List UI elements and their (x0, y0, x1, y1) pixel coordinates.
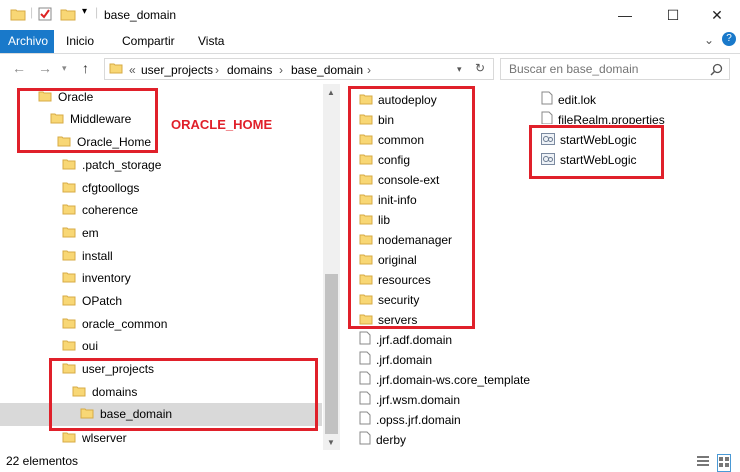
maximize-button[interactable]: ☐ (650, 0, 696, 30)
breadcrumb-separator: › (215, 63, 219, 77)
status-bar: 22 elementos (0, 450, 740, 472)
folder-icon (62, 336, 76, 358)
window-title: base_domain (104, 8, 177, 22)
file-jrf-domain-ws-core-template[interactable]: .jrf.domain-ws.core_template (359, 370, 530, 390)
separator: | (30, 5, 34, 19)
back-arrow-icon[interactable]: ← (12, 60, 26, 76)
recent-locations-icon[interactable]: ▾ (62, 63, 67, 74)
up-arrow-icon[interactable]: ↑ (82, 60, 89, 76)
highlight-box-oracle-middleware (17, 88, 158, 153)
details-view-icon[interactable] (697, 455, 709, 470)
highlight-box-user-projects (49, 358, 318, 431)
breadcrumb-domains[interactable]: domains (227, 63, 272, 77)
scrollbar-thumb[interactable] (325, 274, 338, 434)
highlight-box-domain-folders (348, 86, 475, 329)
tree-item-em[interactable]: em (62, 222, 99, 244)
breadcrumb-user-projects[interactable]: user_projects (141, 63, 213, 77)
folder-icon (62, 291, 76, 313)
customize-quick-access-icon[interactable]: ▾ (82, 6, 87, 17)
folder-icon[interactable] (10, 7, 26, 24)
file-icon (541, 111, 553, 124)
properties-icon[interactable] (38, 7, 52, 24)
folder-icon (62, 314, 76, 336)
folder-icon (62, 178, 76, 200)
folder-icon (62, 428, 76, 450)
file-icon (359, 431, 371, 451)
ribbon-tabs: Archivo Inicio Compartir Vista ⌄ ? (0, 30, 740, 54)
scroll-up-icon[interactable]: ▲ (327, 88, 335, 97)
file-edit-lok[interactable]: edit.lok (541, 90, 596, 110)
tree-item-cfgtoollogs[interactable]: cfgtoollogs (62, 177, 139, 199)
expand-ribbon-icon[interactable]: ⌄ (704, 33, 714, 47)
folder-icon (62, 200, 76, 222)
large-icons-view-icon[interactable] (717, 454, 731, 472)
folder-icon (62, 246, 76, 268)
search-input[interactable] (509, 62, 699, 76)
tab-vista[interactable]: Vista (190, 30, 232, 53)
tree-item-oracle-common[interactable]: oracle_common (62, 313, 167, 335)
tree-item-coherence[interactable]: coherence (62, 199, 138, 221)
tree-item-inventory[interactable]: inventory (62, 267, 131, 289)
tab-compartir[interactable]: Compartir (114, 30, 183, 53)
file-icon (359, 331, 371, 351)
oracle-home-annotation: ORACLE_HOME (171, 117, 273, 132)
address-row: ← → ▾ ↑ « user_projects › domains › base… (0, 54, 740, 84)
file-icon (359, 351, 371, 371)
folder-icon (62, 268, 76, 290)
tab-inicio[interactable]: Inicio (58, 30, 102, 53)
folder-icon (62, 223, 76, 245)
breadcrumb-separator: › (367, 63, 371, 77)
scroll-down-icon[interactable]: ▼ (327, 438, 335, 447)
new-folder-icon[interactable] (60, 7, 76, 24)
file-icon (359, 391, 371, 411)
tree-item-oui[interactable]: oui (62, 335, 98, 357)
file-jrf-wsm-domain[interactable]: .jrf.wsm.domain (359, 390, 460, 410)
search-icon[interactable] (710, 63, 723, 79)
tree-item-install[interactable]: install (62, 245, 113, 267)
item-count: 22 elementos (6, 454, 79, 468)
file-icon (359, 411, 371, 431)
forward-arrow-icon[interactable]: → (38, 60, 52, 76)
folder-icon (109, 62, 123, 77)
title-bar: | ▾ | base_domain — ☐ ✕ (0, 0, 740, 30)
folder-icon (62, 155, 76, 177)
file-opss-jrf-domain[interactable]: .opss.jrf.domain (359, 410, 461, 430)
file-filerealm-properties[interactable]: fileRealm.properties (541, 110, 665, 124)
tab-archivo[interactable]: Archivo (0, 30, 54, 53)
minimize-button[interactable]: — (602, 0, 648, 30)
highlight-box-startweblogic (529, 125, 664, 179)
separator: | (95, 5, 99, 19)
search-box[interactable] (500, 58, 730, 80)
close-button[interactable]: ✕ (694, 0, 740, 30)
file-jrf-adf-domain[interactable]: .jrf.adf.domain (359, 330, 452, 350)
address-dropdown-icon[interactable]: ▾ (457, 64, 462, 75)
file-icon (359, 371, 371, 391)
tree-item-patch-storage[interactable]: .patch_storage (62, 154, 161, 176)
navpane-scrollbar[interactable]: ▲ ▼ (323, 84, 340, 450)
file-icon (541, 91, 553, 111)
tree-item-opatch[interactable]: OPatch (62, 290, 122, 312)
breadcrumb-separator: › (279, 63, 283, 77)
refresh-icon[interactable]: ↻ (475, 61, 485, 75)
breadcrumb-base-domain[interactable]: base_domain (291, 63, 363, 77)
overflow-chevron[interactable]: « (129, 63, 136, 77)
help-icon[interactable]: ? (722, 32, 736, 46)
file-jrf-domain[interactable]: .jrf.domain (359, 350, 432, 370)
address-bar[interactable]: « user_projects › domains › base_domain … (104, 58, 494, 80)
file-derby[interactable]: derby (359, 430, 406, 450)
